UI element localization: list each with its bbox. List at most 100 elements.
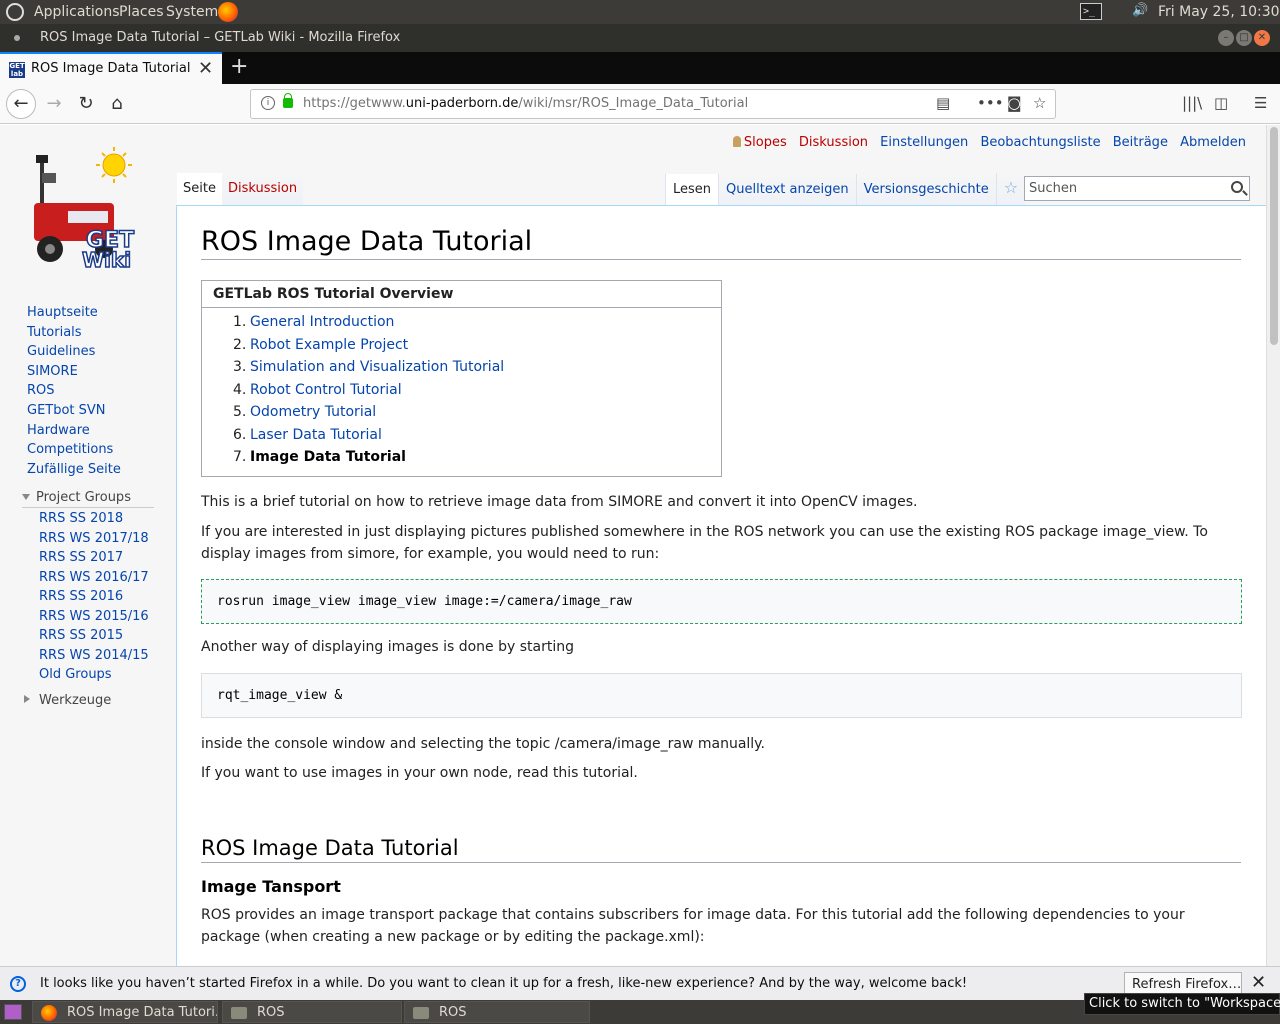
back-button[interactable]: ←	[6, 89, 36, 119]
show-desktop-icon[interactable]	[4, 1004, 22, 1020]
terminal-icon[interactable]: >_	[1080, 3, 1102, 20]
ubuntu-logo-icon[interactable]	[6, 3, 24, 21]
tools-heading[interactable]: Werkzeuge	[22, 693, 154, 710]
folder-icon	[413, 1007, 429, 1019]
sidebar-item-rrs-ss-2017[interactable]: RRS SS 2017	[39, 550, 176, 570]
tab-read[interactable]: Lesen	[665, 174, 719, 206]
site-info-icon[interactable]: i	[261, 96, 275, 110]
library-icon[interactable]: |||\	[1182, 94, 1202, 112]
sidebar-item-rrs-ws-2016-17[interactable]: RRS WS 2016/17	[39, 570, 176, 590]
sidebar-item-hardware[interactable]: Hardware	[27, 423, 176, 443]
sidebar-item-random-page[interactable]: Zufällige Seite	[27, 462, 176, 482]
reader-view-icon[interactable]: ▤	[936, 94, 950, 112]
personal-tools: Slopes Diskussion Einstellungen Beobacht…	[732, 135, 1246, 150]
getwiki-logo[interactable]: GET Wiki	[28, 145, 150, 275]
taskbar-item-firefox[interactable]: ROS Image Data Tutori...	[32, 1001, 218, 1023]
home-button[interactable]: ⌂	[103, 90, 131, 118]
tab-history[interactable]: Versionsgeschichte	[855, 174, 996, 206]
console-paragraph: inside the console window and selecting …	[201, 735, 765, 752]
sidebar-item-getbot-svn[interactable]: GETbot SVN	[27, 403, 176, 423]
logout-link[interactable]: Abmelden	[1180, 135, 1246, 150]
window-menu-icon[interactable]	[14, 35, 20, 41]
user-talk-link[interactable]: Diskussion	[799, 135, 868, 150]
toc-link-general-introduction[interactable]: General Introduction	[250, 314, 394, 330]
taskbar-item-ros-folder-1[interactable]: ROS	[222, 1001, 402, 1023]
firefox-launcher-icon[interactable]	[218, 2, 238, 22]
toc-item: 2. Robot Example Project	[233, 336, 409, 353]
sidebar-item-ros[interactable]: ROS	[27, 383, 176, 403]
taskbar-item-ros-folder-2[interactable]: ROS	[404, 1001, 590, 1023]
sun-icon	[96, 147, 132, 183]
sidebar-toggle-icon[interactable]: ◫	[1214, 94, 1228, 112]
code-block-rosrun[interactable]: rosrun image_view image_view image:=/cam…	[201, 578, 1242, 624]
close-window-button[interactable]: ✕	[1254, 30, 1270, 46]
volume-icon[interactable]: 🔊	[1132, 3, 1148, 18]
sidebar-item-rrs-ws-2015-16[interactable]: RRS WS 2015/16	[39, 609, 176, 629]
bookmark-star-icon[interactable]: ☆	[1033, 94, 1046, 112]
page-actions-icon[interactable]: •••	[977, 94, 1004, 112]
sidebar-item-simore[interactable]: SIMORE	[27, 364, 176, 384]
tab-page[interactable]: Seite	[177, 173, 222, 205]
toc-link-robot-example-project[interactable]: Robot Example Project	[250, 337, 408, 353]
sidebar: Hauptseite Tutorials Guidelines SIMORE R…	[0, 305, 176, 710]
sidebar-item-rrs-ss-2018[interactable]: RRS SS 2018	[39, 511, 176, 531]
toc-link-laser-data[interactable]: Laser Data Tutorial	[250, 427, 382, 443]
clock[interactable]: Fri May 25, 10:30	[1158, 4, 1280, 20]
tutorial-overview-box: GETLab ROS Tutorial Overview 1. General I…	[201, 280, 722, 477]
url-text[interactable]: https://getwww.uni-paderborn.de/wiki/msr…	[303, 96, 748, 111]
scrollbar-thumb[interactable]	[1270, 127, 1278, 345]
url-bar[interactable]: i https://getwww.uni-paderborn.de/wiki/m…	[250, 89, 1056, 119]
watch-star-icon[interactable]: ☆	[995, 173, 1026, 205]
toc-link-simulation-visualization[interactable]: Simulation and Visualization Tutorial	[250, 359, 504, 375]
minimize-button[interactable]: –	[1218, 30, 1234, 46]
contributions-link[interactable]: Beiträge	[1113, 135, 1168, 150]
tab-strip: GETlab ROS Image Data Tutorial – G ✕ +	[0, 52, 1280, 84]
sidebar-item-guidelines[interactable]: Guidelines	[27, 344, 176, 364]
user-page-link[interactable]: Slopes	[744, 135, 787, 150]
toc-link-robot-control[interactable]: Robot Control Tutorial	[250, 382, 402, 398]
sidebar-item-competitions[interactable]: Competitions	[27, 442, 176, 462]
maximize-button[interactable]: □	[1236, 30, 1252, 46]
sidebar-item-rrs-ws-2014-15[interactable]: RRS WS 2014/15	[39, 648, 176, 668]
vertical-scrollbar[interactable]	[1266, 125, 1280, 966]
preferences-link[interactable]: Einstellungen	[880, 135, 968, 150]
sidebar-item-old-groups[interactable]: Old Groups	[39, 667, 176, 687]
page-viewport: GET Wiki Slopes Diskussion Einstellungen…	[0, 125, 1266, 966]
close-tab-icon[interactable]: ✕	[198, 58, 213, 79]
watchlist-link[interactable]: Beobachtungsliste	[980, 135, 1100, 150]
tab-discussion[interactable]: Diskussion	[221, 173, 304, 205]
sidebar-item-tutorials[interactable]: Tutorials	[27, 325, 176, 345]
subsection-heading: Image Tansport	[201, 876, 341, 896]
own-node-paragraph: If you want to use images in your own no…	[201, 764, 638, 781]
places-menu[interactable]: Places	[119, 4, 164, 20]
top-panel: Applications Places System >_ 🔊 Fri May …	[0, 0, 1280, 24]
sidebar-navigation: Hauptseite Tutorials Guidelines SIMORE R…	[0, 305, 176, 481]
new-tab-button[interactable]: +	[230, 54, 248, 79]
view-tabs: Lesen Quelltext anzeigen Versionsgeschicht…	[665, 173, 1026, 206]
image-view-paragraph: If you are interested in just displaying…	[201, 523, 1208, 562]
applications-menu[interactable]: Applications	[34, 4, 120, 20]
hamburger-menu-icon[interactable]: ☰	[1254, 94, 1267, 112]
system-menu[interactable]: System	[166, 4, 218, 20]
sidebar-item-rrs-ss-2016[interactable]: RRS SS 2016	[39, 589, 176, 609]
close-notification-icon[interactable]: ✕	[1251, 972, 1266, 993]
toc-item: 5. Odometry Tutorial	[233, 404, 377, 420]
reload-button[interactable]: ↻	[72, 90, 100, 118]
search-input[interactable]	[1025, 177, 1215, 199]
tab-view-source[interactable]: Quelltext anzeigen	[718, 174, 856, 206]
expand-arrow-icon	[22, 494, 30, 501]
pocket-icon[interactable]: ◙	[1007, 94, 1022, 112]
sidebar-item-rrs-ss-2015[interactable]: RRS SS 2015	[39, 628, 176, 648]
firefox-icon	[41, 1005, 57, 1021]
code-block-rqt[interactable]: rqt_image_view &	[201, 672, 1242, 718]
sidebar-item-hauptseite[interactable]: Hauptseite	[27, 305, 176, 325]
logo-wiki-text: Wiki	[82, 248, 131, 272]
sidebar-item-rrs-ws-2017-18[interactable]: RRS WS 2017/18	[39, 531, 176, 551]
forward-button[interactable]: →	[40, 90, 68, 118]
toc-link-odometry[interactable]: Odometry Tutorial	[250, 404, 376, 420]
window-titlebar[interactable]: ROS Image Data Tutorial – GETLab Wiki - …	[0, 24, 1280, 52]
toc-item: 4. Robot Control Tutorial	[233, 381, 402, 398]
browser-tab[interactable]: GETlab ROS Image Data Tutorial – G ✕	[0, 52, 222, 84]
project-groups-heading[interactable]: Project Groups	[22, 490, 154, 509]
search-icon[interactable]	[1231, 181, 1243, 193]
